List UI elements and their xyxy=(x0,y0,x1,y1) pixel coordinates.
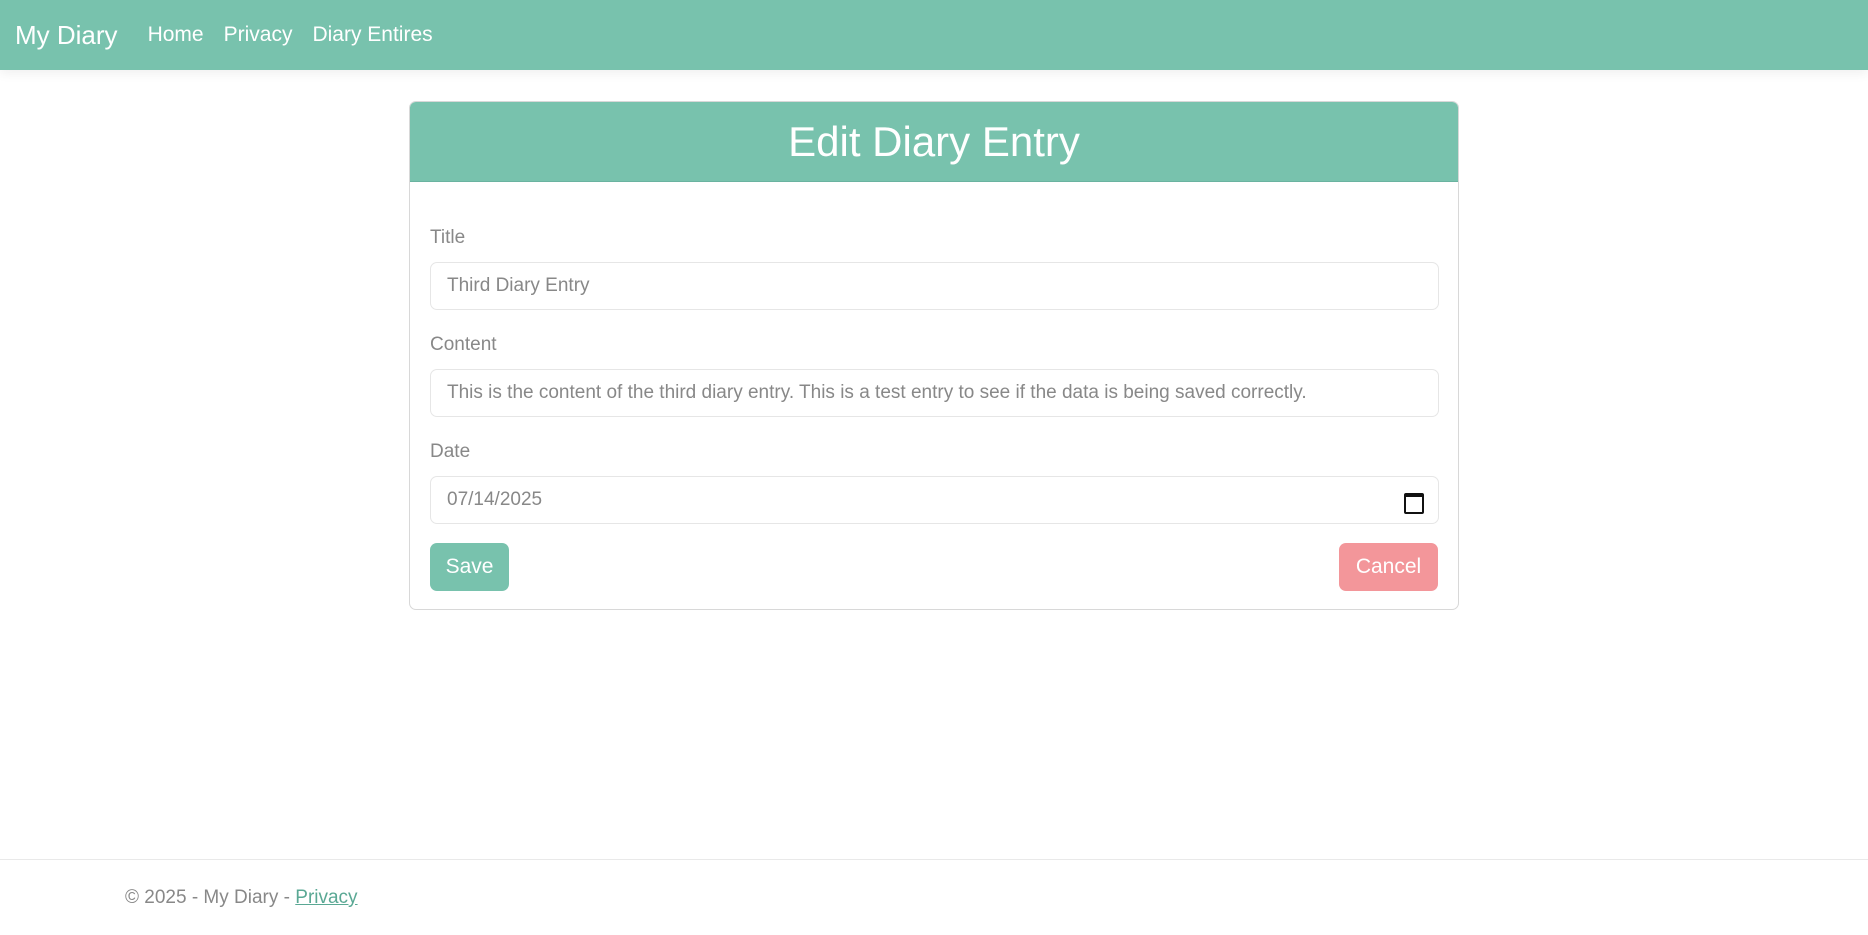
brand-link[interactable]: My Diary xyxy=(15,20,118,51)
date-input-value: 07/14/2025 xyxy=(447,489,543,510)
footer-privacy-link[interactable]: Privacy xyxy=(295,887,357,908)
page-title: Edit Diary Entry xyxy=(788,117,1080,165)
footer: © 2025 - My Diary - Privacy xyxy=(0,859,1868,935)
content-input[interactable]: This is the content of the third diary e… xyxy=(430,369,1439,417)
navbar: My Diary Home Privacy Diary Entires xyxy=(0,0,1868,70)
date-input[interactable]: 07/14/2025 xyxy=(430,476,1439,524)
cancel-button[interactable]: Cancel xyxy=(1339,543,1438,591)
title-label: Title xyxy=(430,227,466,248)
title-input[interactable]: Third Diary Entry xyxy=(430,262,1439,310)
footer-copyright: © 2025 - My Diary - xyxy=(125,887,296,908)
nav-link-home[interactable]: Home xyxy=(148,23,204,47)
nav-link-diary-entries[interactable]: Diary Entires xyxy=(312,23,432,47)
calendar-icon[interactable] xyxy=(1402,490,1424,514)
content-label: Content xyxy=(430,334,497,355)
footer-text: © 2025 - My Diary - Privacy xyxy=(125,887,358,909)
save-button[interactable]: Save xyxy=(430,543,509,591)
edit-entry-card: Edit Diary Entry Title Third Diary Entry… xyxy=(409,101,1459,610)
card-header: Edit Diary Entry xyxy=(410,102,1458,182)
date-label: Date xyxy=(430,441,471,462)
content-input-value: This is the content of the third diary e… xyxy=(447,382,1307,403)
title-input-value: Third Diary Entry xyxy=(447,275,590,296)
nav-link-privacy[interactable]: Privacy xyxy=(224,23,293,47)
